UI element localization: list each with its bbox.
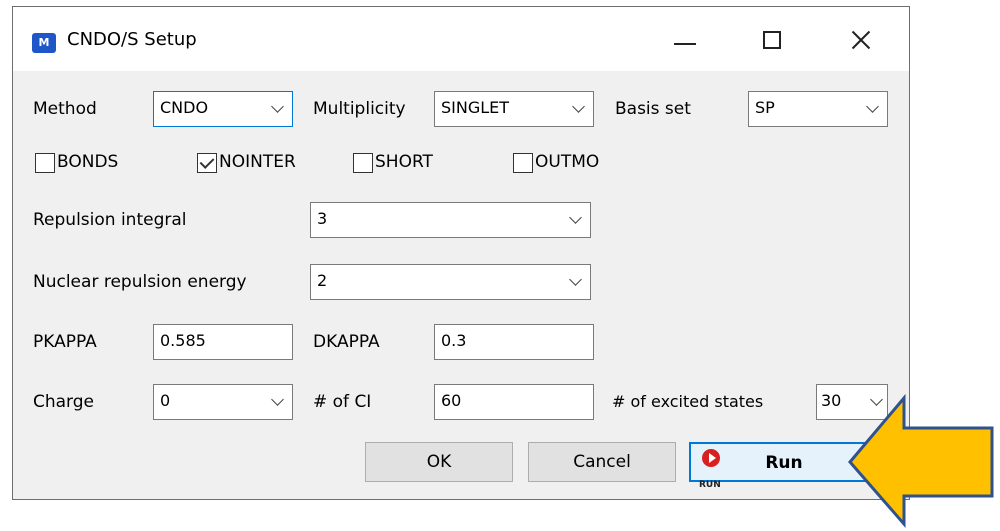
dkappa-input[interactable]: 0.3 (434, 324, 594, 360)
title-bar[interactable]: M CNDO/S Setup (13, 7, 909, 71)
multiplicity-select[interactable]: SINGLET (434, 91, 594, 127)
basis-set-label: Basis set (615, 99, 691, 119)
chevron-down-icon (571, 101, 587, 117)
method-select[interactable]: CNDO (153, 91, 293, 127)
minimize-icon[interactable] (655, 17, 715, 61)
nointer-label[interactable]: NOINTER (219, 152, 296, 172)
short-checkbox[interactable] (353, 153, 373, 173)
chevron-down-icon (270, 101, 286, 117)
dkappa-label: DKAPPA (313, 332, 380, 352)
charge-label: Charge (33, 392, 95, 412)
play-icon (702, 449, 720, 467)
outmo-checkbox[interactable] (513, 153, 533, 173)
outmo-label[interactable]: OUTMO (535, 152, 599, 172)
close-icon[interactable] (831, 17, 891, 61)
pkappa-input[interactable]: 0.585 (153, 324, 293, 360)
pointer-arrow-icon (848, 393, 994, 528)
run-icon-tag: RUN (699, 480, 721, 490)
method-label: Method (33, 99, 97, 119)
basis-set-value: SP (755, 98, 775, 117)
repulsion-integral-value: 3 (317, 209, 328, 228)
chevron-down-icon (270, 394, 286, 410)
pkappa-label: PKAPPA (33, 332, 97, 352)
excited-states-value: 30 (821, 391, 842, 410)
cndo-setup-dialog: M CNDO/S Setup Method CNDO Multiplicity … (12, 6, 910, 500)
dkappa-value: 0.3 (441, 331, 467, 350)
chevron-down-icon (568, 274, 584, 290)
charge-value: 0 (160, 391, 171, 410)
chevron-down-icon (865, 101, 881, 117)
bonds-label[interactable]: BONDS (57, 152, 118, 172)
window-title: CNDO/S Setup (67, 29, 197, 50)
arrow-shape (848, 393, 994, 528)
ci-value: 60 (441, 391, 462, 410)
nuclear-repulsion-label: Nuclear repulsion energy (33, 272, 247, 292)
basis-set-select[interactable]: SP (748, 91, 888, 127)
nointer-checkbox[interactable] (197, 153, 217, 173)
nuclear-repulsion-value: 2 (317, 271, 328, 290)
multiplicity-label: Multiplicity (313, 99, 406, 119)
run-icon: RUN (699, 449, 725, 490)
bonds-checkbox[interactable] (35, 153, 55, 173)
method-value: CNDO (160, 98, 209, 117)
charge-select[interactable]: 0 (153, 384, 293, 420)
repulsion-integral-label: Repulsion integral (33, 210, 187, 230)
ci-input[interactable]: 60 (434, 384, 594, 420)
chevron-down-icon (568, 212, 584, 228)
repulsion-integral-select[interactable]: 3 (310, 202, 591, 238)
maximize-icon[interactable] (743, 17, 803, 61)
nuclear-repulsion-select[interactable]: 2 (310, 264, 591, 300)
short-label[interactable]: SHORT (375, 152, 433, 172)
cancel-button[interactable]: Cancel (528, 442, 676, 482)
ci-label: # of CI (313, 392, 372, 412)
app-icon: M (32, 33, 56, 53)
excited-states-label: # of excited states (612, 392, 764, 411)
multiplicity-value: SINGLET (441, 98, 510, 117)
pkappa-value: 0.585 (160, 331, 206, 350)
ok-button[interactable]: OK (365, 442, 513, 482)
